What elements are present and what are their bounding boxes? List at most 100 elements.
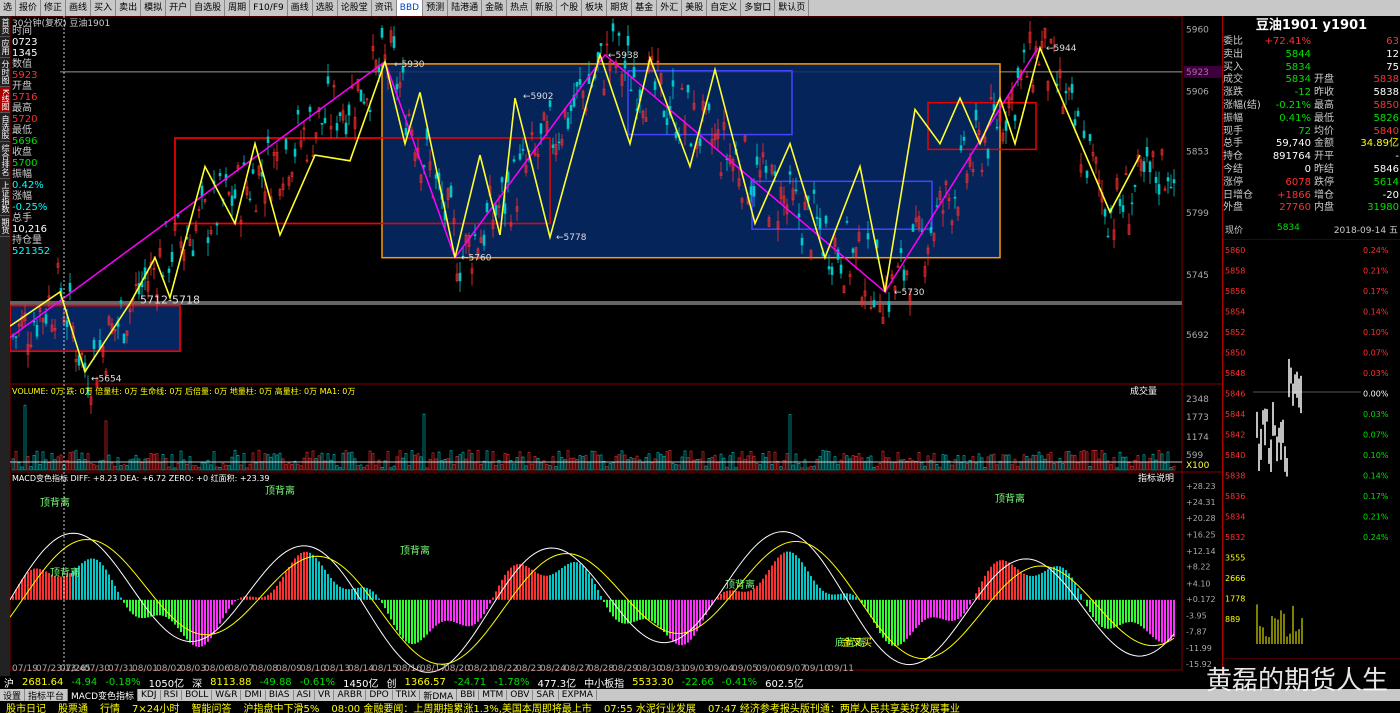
quote-label: 总手 bbox=[1223, 138, 1243, 150]
intraday-mini-chart[interactable]: 5860 5858 5856 5854 5852 5850 5848 5846 5844 5842… bbox=[1222, 238, 1400, 660]
toolbar-button[interactable]: 画线 bbox=[66, 0, 92, 16]
quote-label: 外盘 bbox=[1223, 202, 1243, 214]
toolbar-button[interactable]: 美股 bbox=[682, 0, 708, 16]
sidebar-tab[interactable]: 上证指数 bbox=[0, 179, 10, 217]
price-tick: 5692 bbox=[1186, 331, 1209, 341]
indicator-tab[interactable]: EXPMA bbox=[559, 690, 597, 700]
toolbar-button[interactable]: 自定义 bbox=[707, 0, 742, 16]
index-value: 深 bbox=[192, 679, 203, 689]
toolbar-button[interactable]: 新股 bbox=[532, 0, 558, 16]
indicator-tab[interactable]: RSI bbox=[161, 690, 183, 700]
mini-pct-tick: 0.24% bbox=[1363, 533, 1389, 542]
indicator-tab[interactable]: BIAS bbox=[266, 690, 294, 700]
indicator-tab[interactable]: MACD变色指标 bbox=[68, 689, 139, 701]
toolbar-button[interactable]: 买入 bbox=[91, 0, 117, 16]
mini-price-tick: 5852 bbox=[1225, 328, 1245, 337]
index-value: -0.18% bbox=[105, 677, 141, 688]
quote-row: 日增仓 +1866 增仓 -20 bbox=[1223, 190, 1400, 203]
indicator-tab[interactable]: TRIX bbox=[393, 690, 421, 700]
news-ticker[interactable]: 行情 bbox=[94, 701, 126, 713]
toolbar-button[interactable]: 选 bbox=[0, 0, 17, 16]
macd-button[interactable]: 指标说明 bbox=[1138, 472, 1174, 484]
toolbar-button[interactable]: 多窗口 bbox=[741, 0, 776, 16]
main-chart[interactable]: 5960592359065853579957455692←5930←5938←5… bbox=[10, 16, 1222, 676]
quote-row: 涨幅(结) -0.21% 最高 5850 bbox=[1223, 100, 1400, 113]
toolbar-button[interactable]: 修正 bbox=[41, 0, 67, 16]
indicator-tab[interactable]: 新DMA bbox=[420, 689, 458, 701]
sidebar-tab[interactable]: 自选股 bbox=[0, 113, 10, 143]
index-value: -49.88 bbox=[259, 677, 292, 688]
indicator-tab[interactable]: ASI bbox=[294, 690, 316, 700]
indicator-tab[interactable]: SAR bbox=[533, 690, 559, 700]
indicator-tab[interactable]: W&R bbox=[212, 690, 242, 700]
toolbar-button[interactable]: 周期 bbox=[225, 0, 251, 16]
sidebar-tab[interactable]: 分时图 bbox=[0, 58, 10, 87]
quote-title: 豆油1901 y1901 bbox=[1255, 18, 1368, 33]
toolbar-button[interactable]: 热点 bbox=[507, 0, 533, 16]
mini-pct-tick: 0.07% bbox=[1363, 431, 1389, 440]
indicator-tab[interactable]: KDJ bbox=[138, 690, 161, 700]
indicator-tab[interactable]: MTM bbox=[479, 690, 508, 700]
indicator-tab[interactable]: BBI bbox=[457, 690, 480, 700]
sidebar-tab[interactable]: 应用 bbox=[0, 37, 10, 58]
index-value: 602.5亿 bbox=[765, 679, 804, 689]
indicator-tab[interactable]: DMI bbox=[241, 690, 266, 700]
indicator-tab[interactable]: ARBR bbox=[334, 690, 367, 700]
news-ticker[interactable]: 沪指盘中下滑5% bbox=[237, 701, 325, 713]
price-annotation: ←5730 bbox=[894, 288, 925, 298]
toolbar-button[interactable]: BBD bbox=[396, 0, 424, 16]
toolbar-button[interactable]: 预测 bbox=[423, 0, 449, 16]
quote-value: 0 bbox=[1304, 163, 1311, 175]
toolbar-button[interactable]: 自选股 bbox=[191, 0, 226, 16]
news-ticker[interactable]: 智能问答 bbox=[185, 701, 237, 713]
indicator-tab[interactable]: BOLL bbox=[182, 690, 213, 700]
toolbar-button[interactable]: 外汇 bbox=[657, 0, 683, 16]
toolbar-button[interactable]: 陆港通 bbox=[448, 0, 483, 16]
news-ticker[interactable]: 07:55 水泥行业发展 bbox=[598, 701, 702, 713]
toolbar-button[interactable]: 基金 bbox=[632, 0, 658, 16]
toolbar-button[interactable]: 板块 bbox=[582, 0, 608, 16]
toolbar-button[interactable]: 论股堂 bbox=[338, 0, 372, 16]
mini-pct-tick: 0.10% bbox=[1363, 328, 1389, 337]
indicator-tab[interactable]: OBV bbox=[507, 690, 534, 700]
news-ticker[interactable]: 股票通 bbox=[52, 701, 94, 713]
indicator-tab[interactable]: DPO bbox=[366, 690, 393, 700]
indicator-tab[interactable]: 设置 bbox=[0, 689, 26, 701]
news-ticker[interactable]: 7×24小时 bbox=[126, 701, 185, 713]
quote-value: 31980 bbox=[1367, 202, 1399, 214]
news-ticker[interactable]: 股市日记 bbox=[0, 701, 52, 713]
indicator-tab[interactable]: VR bbox=[315, 690, 335, 700]
date-tick: 08/31 bbox=[660, 664, 686, 674]
toolbar-button[interactable]: 默认页 bbox=[775, 0, 810, 16]
date-tick: 09/05 bbox=[732, 664, 758, 674]
macd-annotation: 顶背离 bbox=[50, 566, 80, 579]
toolbar-button[interactable]: 金融 bbox=[482, 0, 508, 16]
index-value: -0.61% bbox=[299, 677, 336, 688]
sidebar-tab[interactable]: 综合排名 bbox=[0, 142, 10, 180]
toolbar-button[interactable]: 开户 bbox=[166, 0, 192, 16]
toolbar-button[interactable]: 模拟 bbox=[141, 0, 167, 16]
toolbar-button[interactable]: 资讯 bbox=[372, 0, 397, 16]
news-ticker[interactable]: 07:47 经济参考报头版刊通：两岸人民共享美好发展事业 bbox=[702, 701, 966, 713]
quote-row: 今结 0 昨结 5846 bbox=[1223, 164, 1400, 177]
toolbar-button[interactable]: F10/F9 bbox=[250, 0, 288, 16]
quote-value: 5834 bbox=[1285, 74, 1311, 86]
toolbar-button[interactable]: 个股 bbox=[557, 0, 583, 16]
toolbar-button[interactable]: 期货 bbox=[607, 0, 633, 16]
toolbar-button[interactable]: 选股 bbox=[313, 0, 338, 16]
toolbar-button[interactable]: 卖出 bbox=[116, 0, 142, 16]
quote-label: 最高 bbox=[1314, 99, 1334, 111]
volume-button[interactable]: 成交量 bbox=[1130, 385, 1157, 397]
price-label: 现价 bbox=[1225, 226, 1244, 237]
indicator-tab[interactable]: 指标平台 bbox=[25, 689, 69, 701]
sidebar-tab[interactable]: 首页 bbox=[0, 16, 10, 37]
toolbar-button[interactable]: 报价 bbox=[16, 0, 42, 16]
toolbar-button[interactable]: 画线 bbox=[288, 0, 313, 16]
index-value: 477.3亿 bbox=[537, 679, 577, 689]
sidebar-tab[interactable]: 期货 bbox=[0, 216, 10, 238]
quote-value: 0.41% bbox=[1279, 112, 1311, 124]
sidebar-tab[interactable]: K线图 bbox=[0, 87, 10, 114]
news-ticker[interactable]: 08:00 金融要闻：上周期指累涨1.3%,美国本周即将最上市 bbox=[325, 701, 598, 713]
date-tick: 08/09 bbox=[276, 664, 302, 674]
quote-value: +72.41% bbox=[1264, 36, 1311, 47]
